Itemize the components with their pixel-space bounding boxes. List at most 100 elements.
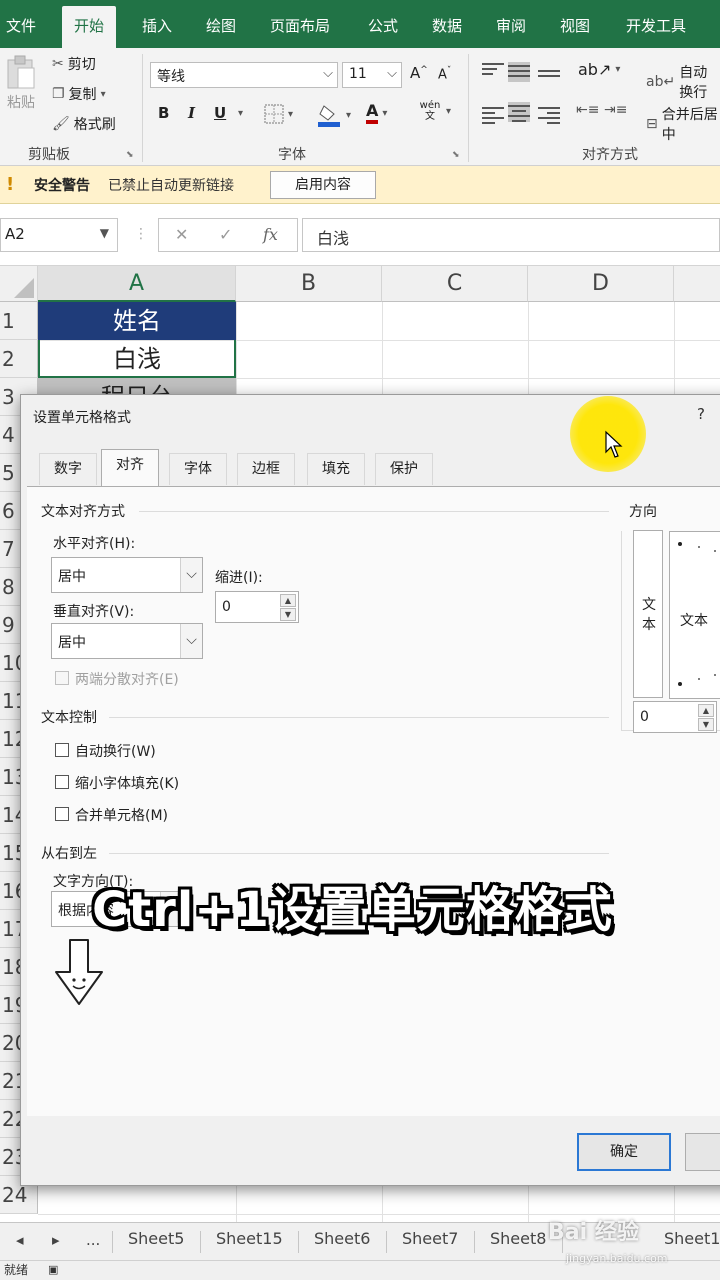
tab-number[interactable]: 数字 (39, 453, 97, 485)
spin-down-icon[interactable]: ▼ (698, 718, 714, 731)
select-all-corner[interactable] (0, 266, 38, 302)
shrink-font-button[interactable]: Aˇ (438, 66, 451, 82)
sheet-tab-sheet6[interactable]: Sheet6 (314, 1229, 370, 1248)
align-left-icon[interactable] (482, 104, 504, 124)
tab-border[interactable]: 边框 (237, 453, 295, 485)
paste-icon (7, 55, 35, 89)
sheet-tab-sheet15[interactable]: Sheet15 (216, 1229, 283, 1248)
tab-insert[interactable]: 插入 (142, 12, 172, 40)
sheet-tab-sheet8[interactable]: Sheet8 (490, 1229, 546, 1248)
tab-page-layout[interactable]: 页面布局 (270, 12, 330, 40)
merge-center-button[interactable]: ⊟ 合并后居中 (646, 104, 720, 144)
orientation-dial[interactable]: 文本 (669, 531, 720, 699)
dial-dot (714, 674, 716, 676)
orientation-button[interactable]: ab↗ ▾ (578, 60, 620, 79)
tab-data[interactable]: 数据 (432, 12, 462, 40)
tab-fill[interactable]: 填充 (307, 453, 365, 485)
spin-down-icon[interactable]: ▼ (280, 608, 296, 621)
column-header-a[interactable]: A (38, 266, 236, 302)
chevron-down-icon: ⌵ (387, 66, 397, 81)
justify-distributed-checkbox[interactable] (55, 671, 69, 685)
insert-function-icon[interactable]: fx (263, 225, 278, 244)
tab-file[interactable]: 文件 (6, 12, 36, 40)
paste-button[interactable]: 粘贴 (4, 54, 38, 112)
scroll-tabs-left-icon[interactable]: ◂ (16, 1231, 24, 1249)
font-color-button[interactable]: A ▾ (366, 102, 387, 124)
font-launcher-icon[interactable]: ⬊ (452, 150, 460, 160)
shrink-to-fit-checkbox[interactable] (55, 775, 69, 789)
scroll-tabs-right-icon[interactable]: ▸ (52, 1231, 60, 1249)
help-button[interactable]: ? (697, 405, 705, 423)
ok-button[interactable]: 确定 (577, 1133, 671, 1171)
format-painter-label: 格式刷 (73, 117, 116, 133)
spin-up-icon[interactable]: ▲ (698, 704, 714, 717)
tab-draw[interactable]: 绘图 (206, 12, 236, 40)
enable-content-button[interactable]: 启用内容 (270, 171, 376, 199)
underline-button[interactable]: U (214, 104, 226, 122)
macro-record-icon[interactable]: ▣ (48, 1263, 58, 1276)
align-center-icon[interactable] (508, 102, 530, 122)
wrap-text-button[interactable]: ab↵ 自动换行 (646, 62, 720, 102)
row-header[interactable]: 2 (0, 340, 38, 378)
column-header-b[interactable]: B (236, 266, 382, 302)
borders-button[interactable]: ▾ (264, 104, 293, 124)
increase-indent-button[interactable]: ⇥≡ (604, 102, 627, 118)
column-header-c[interactable]: C (382, 266, 528, 302)
fill-color-button[interactable]: ▾ (318, 102, 351, 128)
column-header-d[interactable]: D (528, 266, 674, 302)
degrees-spinner[interactable]: 0 ▲ ▼ (633, 701, 717, 733)
format-painter-button[interactable]: 🖌 格式刷 (52, 114, 116, 134)
align-top-icon[interactable] (482, 60, 504, 80)
tab-developer[interactable]: 开发工具 (626, 12, 686, 40)
align-middle-icon[interactable] (508, 62, 530, 82)
spin-up-icon[interactable]: ▲ (280, 594, 296, 607)
text-alignment-section-title: 文本对齐方式 (41, 504, 125, 520)
copy-button[interactable]: ❐ 复制 ▾ (52, 84, 106, 104)
tab-view[interactable]: 视图 (560, 12, 590, 40)
confirm-entry-icon[interactable]: ✓ (219, 225, 232, 244)
clipboard-launcher-icon[interactable]: ⬊ (126, 150, 134, 160)
chevron-down-icon: ▼ (99, 226, 109, 240)
baidu-watermark-url: jingyan.baidu.com (566, 1252, 668, 1265)
tab-home[interactable]: 开始 (62, 6, 117, 48)
font-size-select[interactable]: 11 ⌵ (342, 62, 402, 88)
cancel-entry-icon[interactable]: ✕ (175, 225, 188, 244)
horizontal-align-select[interactable]: 居中 ⌵ (51, 557, 203, 593)
drag-handle-icon[interactable]: ⋮ (134, 226, 148, 242)
font-name-select[interactable]: 等线 ⌵ (150, 62, 338, 88)
cell-a2[interactable]: 白浅 (38, 340, 236, 378)
font-color-icon: A (366, 102, 379, 124)
vertical-align-select[interactable]: 居中 ⌵ (51, 623, 203, 659)
align-bottom-icon[interactable] (538, 64, 560, 84)
sheet-tab-sheet7[interactable]: Sheet7 (402, 1229, 458, 1248)
indent-spinner[interactable]: 0 ▲ ▼ (215, 591, 299, 623)
formula-input[interactable]: 白浅 (302, 218, 720, 252)
tab-review[interactable]: 审阅 (496, 12, 526, 40)
tab-protection[interactable]: 保护 (375, 453, 433, 485)
text-control-section-title: 文本控制 (41, 710, 97, 726)
phonetic-guide-button[interactable]: wén文 ▾ (418, 100, 451, 122)
scissors-icon: ✂ (52, 56, 64, 72)
horizontal-align-label: 水平对齐(H): (53, 536, 136, 552)
wrap-text-checkbox[interactable] (55, 743, 69, 757)
merge-cells-checkbox[interactable] (55, 807, 69, 821)
italic-button[interactable]: I (188, 104, 195, 122)
tab-font[interactable]: 字体 (169, 453, 227, 485)
sheet-tab-sheet1[interactable]: Sheet1 (664, 1229, 720, 1248)
more-sheets-button[interactable]: ... (86, 1231, 100, 1249)
name-box[interactable]: A2 ▼ (0, 218, 118, 252)
decrease-indent-button[interactable]: ⇤≡ (576, 102, 599, 118)
chevron-down-icon[interactable]: ▾ (238, 108, 243, 119)
cell-a1[interactable]: 姓名 (38, 302, 236, 340)
tab-formulas[interactable]: 公式 (368, 12, 398, 40)
column-header-e[interactable] (674, 266, 720, 302)
cut-button[interactable]: ✂ 剪切 (52, 54, 96, 74)
tab-alignment[interactable]: 对齐 (101, 449, 159, 487)
bold-button[interactable]: B (158, 104, 169, 122)
align-right-icon[interactable] (538, 104, 560, 124)
vertical-text-toggle[interactable]: 文本 (633, 530, 663, 698)
grow-font-button[interactable]: A^ (410, 64, 428, 82)
row-header[interactable]: 1 (0, 302, 38, 340)
sheet-tab-sheet5[interactable]: Sheet5 (128, 1229, 184, 1248)
cancel-button[interactable]: 取消 (685, 1133, 720, 1171)
